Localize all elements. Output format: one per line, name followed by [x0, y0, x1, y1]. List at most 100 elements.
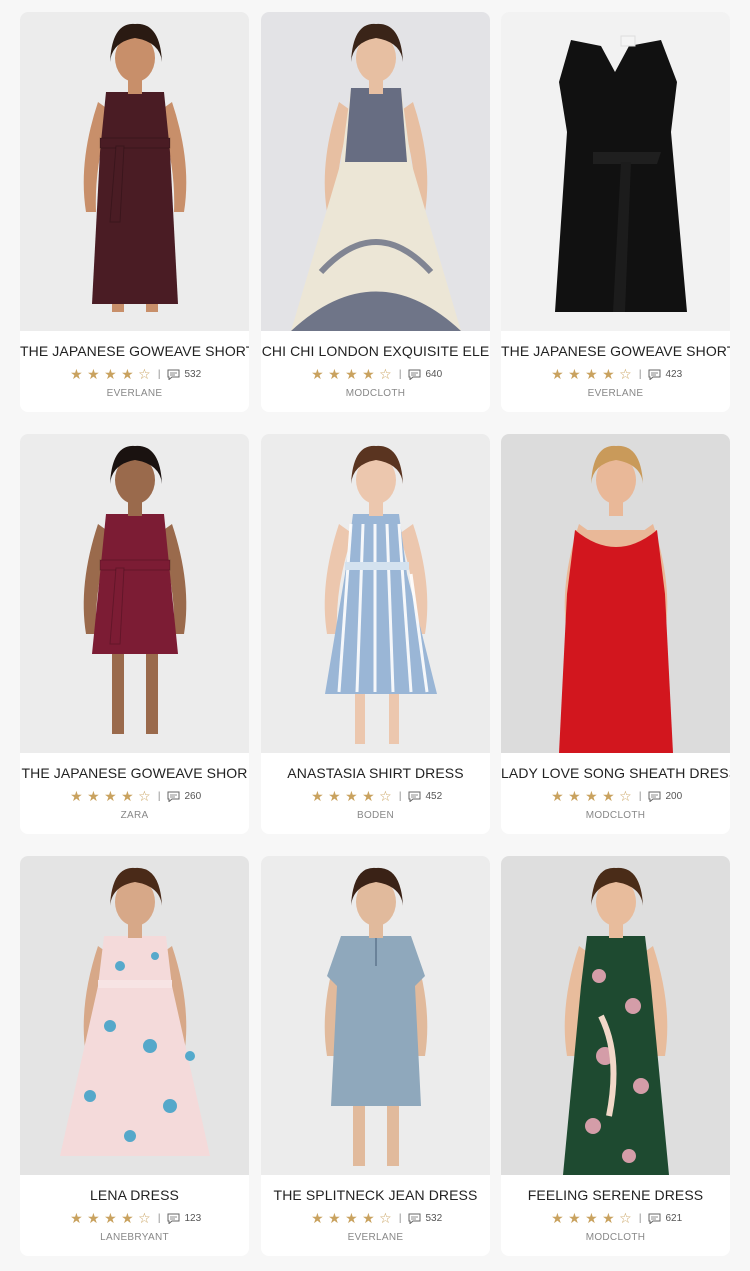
star-filled-icon: ★ — [70, 366, 83, 382]
product-title[interactable]: LENA DRESS — [20, 1187, 249, 1203]
star-empty-icon: ☆ — [138, 366, 151, 382]
product-title[interactable]: LADY LOVE SONG SHEATH DRESS — [501, 765, 730, 781]
brand-name[interactable]: MODCLOTH — [501, 1232, 730, 1243]
rating-row: ★ ★ ★ ★ ☆ | 452 — [261, 789, 490, 803]
product-image[interactable] — [261, 856, 490, 1175]
star-filled-icon: ★ — [602, 788, 615, 804]
comment-icon — [167, 1213, 180, 1224]
comment-count: 423 — [665, 368, 683, 380]
star-filled-icon: ★ — [328, 366, 341, 382]
product-card[interactable]: THE JAPANESE GOWEAVE SHOR ★ ★ ★ ★ ☆ | 260 ZA… — [20, 434, 249, 834]
comment-count: 260 — [184, 790, 202, 802]
brand-name[interactable]: BODEN — [261, 810, 490, 821]
comment-count: 200 — [665, 790, 683, 802]
star-filled-icon: ★ — [362, 1210, 375, 1226]
product-card[interactable]: THE JAPANESE GOWEAVE SHORT ★ ★ ★ ★ ☆ | 532 E… — [20, 12, 249, 412]
star-empty-icon: ☆ — [138, 788, 151, 804]
product-title[interactable]: THE JAPANESE GOWEAVE SHOR — [20, 765, 249, 781]
product-card[interactable]: LADY LOVE SONG SHEATH DRESS ★ ★ ★ ★ ☆ | 200 … — [501, 434, 730, 834]
product-title[interactable]: ANASTASIA SHIRT DRESS — [261, 765, 490, 781]
star-filled-icon: ★ — [121, 366, 134, 382]
product-card[interactable]: CHI CHI LONDON EXQUISITE ELE ★ ★ ★ ★ ☆ | 640… — [261, 12, 490, 412]
product-image[interactable] — [20, 434, 249, 753]
product-card[interactable]: LENA DRESS ★ ★ ★ ★ ☆ | 123 LANEBRYANT — [20, 856, 249, 1256]
comment-count: 532 — [425, 1212, 443, 1224]
brand-name[interactable]: EVERLANE — [20, 388, 249, 399]
star-filled-icon: ★ — [602, 366, 615, 382]
comment-count: 452 — [425, 790, 443, 802]
brand-name[interactable]: ZARA — [20, 810, 249, 821]
rating-row: ★ ★ ★ ★ ☆ | 621 — [501, 1211, 730, 1225]
product-title[interactable]: THE SPLITNECK JEAN DRESS — [261, 1187, 490, 1203]
star-filled-icon: ★ — [551, 788, 564, 804]
comment-icon — [648, 1213, 661, 1224]
star-filled-icon: ★ — [568, 366, 581, 382]
product-image[interactable] — [501, 12, 730, 331]
product-card[interactable]: THE SPLITNECK JEAN DRESS ★ ★ ★ ★ ☆ | 532 EVE… — [261, 856, 490, 1256]
star-filled-icon: ★ — [585, 366, 598, 382]
brand-name[interactable]: LANEBRYANT — [20, 1232, 249, 1243]
star-rating: ★ ★ ★ ★ ☆ — [68, 789, 153, 803]
star-rating: ★ ★ ★ ★ ☆ — [549, 789, 634, 803]
product-image[interactable] — [501, 856, 730, 1175]
star-filled-icon: ★ — [70, 788, 83, 804]
star-filled-icon: ★ — [362, 366, 375, 382]
divider: | — [398, 368, 402, 380]
product-card[interactable]: ANASTASIA SHIRT DRESS ★ ★ ★ ★ ☆ | 452 BODEN — [261, 434, 490, 834]
star-empty-icon: ☆ — [379, 1210, 392, 1226]
rating-row: ★ ★ ★ ★ ☆ | 423 — [501, 367, 730, 381]
product-card[interactable]: FEELING SERENE DRESS ★ ★ ★ ★ ☆ | 621 MODCLOT… — [501, 856, 730, 1256]
star-rating: ★ ★ ★ ★ ☆ — [309, 367, 394, 381]
star-empty-icon: ☆ — [379, 366, 392, 382]
product-image[interactable] — [501, 434, 730, 753]
divider: | — [638, 368, 642, 380]
product-grid: THE JAPANESE GOWEAVE SHORT ★ ★ ★ ★ ☆ | 532 E… — [0, 0, 750, 1271]
star-filled-icon: ★ — [70, 1210, 83, 1226]
star-filled-icon: ★ — [104, 366, 117, 382]
star-filled-icon: ★ — [121, 788, 134, 804]
product-title[interactable]: THE JAPANESE GOWEAVE SHORT — [20, 343, 249, 359]
product-title[interactable]: THE JAPANESE GOWEAVE SHORT — [501, 343, 730, 359]
divider: | — [638, 790, 642, 802]
comment-count: 640 — [425, 368, 443, 380]
rating-row: ★ ★ ★ ★ ☆ | 532 — [20, 367, 249, 381]
comment-icon — [408, 369, 421, 380]
star-rating: ★ ★ ★ ★ ☆ — [549, 1211, 634, 1225]
rating-row: ★ ★ ★ ★ ☆ | 123 — [20, 1211, 249, 1225]
comment-count: 532 — [184, 368, 202, 380]
star-filled-icon: ★ — [602, 1210, 615, 1226]
product-image[interactable] — [20, 12, 249, 331]
divider: | — [398, 790, 402, 802]
star-empty-icon: ☆ — [619, 1210, 632, 1226]
product-card[interactable]: THE JAPANESE GOWEAVE SHORT ★ ★ ★ ★ ☆ | 423 E… — [501, 12, 730, 412]
star-rating: ★ ★ ★ ★ ☆ — [549, 367, 634, 381]
brand-name[interactable]: MODCLOTH — [501, 810, 730, 821]
comment-icon — [648, 791, 661, 802]
comment-icon — [167, 791, 180, 802]
divider: | — [157, 1212, 161, 1224]
star-filled-icon: ★ — [87, 788, 100, 804]
brand-name[interactable]: EVERLANE — [501, 388, 730, 399]
star-filled-icon: ★ — [585, 1210, 598, 1226]
star-rating: ★ ★ ★ ★ ☆ — [68, 367, 153, 381]
star-filled-icon: ★ — [311, 1210, 324, 1226]
product-image[interactable] — [20, 856, 249, 1175]
star-filled-icon: ★ — [121, 1210, 134, 1226]
rating-row: ★ ★ ★ ★ ☆ | 640 — [261, 367, 490, 381]
product-image[interactable] — [261, 12, 490, 331]
comment-count: 123 — [184, 1212, 202, 1224]
divider: | — [157, 790, 161, 802]
star-filled-icon: ★ — [568, 1210, 581, 1226]
star-empty-icon: ☆ — [138, 1210, 151, 1226]
product-title[interactable]: CHI CHI LONDON EXQUISITE ELE — [261, 343, 490, 359]
star-filled-icon: ★ — [345, 788, 358, 804]
star-filled-icon: ★ — [551, 366, 564, 382]
star-rating: ★ ★ ★ ★ ☆ — [309, 1211, 394, 1225]
brand-name[interactable]: EVERLANE — [261, 1232, 490, 1243]
product-image[interactable] — [261, 434, 490, 753]
product-title[interactable]: FEELING SERENE DRESS — [501, 1187, 730, 1203]
comment-icon — [167, 369, 180, 380]
star-filled-icon: ★ — [311, 788, 324, 804]
star-filled-icon: ★ — [87, 1210, 100, 1226]
brand-name[interactable]: MODCLOTH — [261, 388, 490, 399]
